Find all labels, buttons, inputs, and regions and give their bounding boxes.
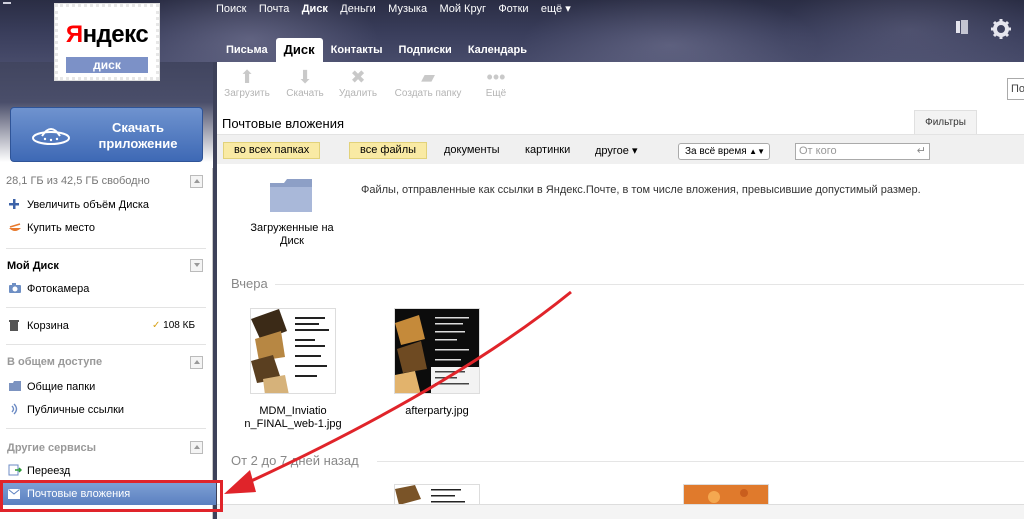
service-link-more[interactable]: ещё ▾ (541, 3, 571, 15)
filter-pictures[interactable]: картинки (525, 144, 570, 156)
divider (6, 344, 206, 345)
search-input[interactable]: По (1007, 78, 1024, 100)
gear-icon[interactable] (990, 18, 1011, 39)
service-link-disk[interactable]: Диск (302, 3, 328, 15)
main-content: ⬆ Загрузить ⬇ Скачать ✖ Удалить ▰ Создать па… (217, 62, 1024, 519)
divider (6, 248, 206, 249)
service-link-photos[interactable]: Фотки (498, 3, 528, 15)
download-icon: ⬇ (297, 67, 313, 87)
horizontal-scrollbar[interactable] (217, 504, 1024, 519)
filter-documents[interactable]: документы (444, 144, 500, 156)
camera-icon (8, 282, 22, 294)
logo-brand: Яндекс (65, 21, 149, 48)
tab-disk[interactable]: Диск (275, 38, 323, 62)
create-folder-button[interactable]: ▰ Создать папку (389, 66, 467, 99)
free-space-text: 28,1 ГБ из 42,5 ГБ свободно (6, 175, 150, 187)
collapse-toggle[interactable] (190, 441, 203, 454)
delete-button[interactable]: ✖ Удалить (335, 66, 381, 99)
file-name[interactable]: afterparty.jpg (377, 405, 497, 418)
move-icon (8, 464, 23, 476)
collapse-toggle[interactable] (190, 259, 203, 272)
divider (275, 284, 1024, 285)
time-select[interactable]: За всё время ▲▼ (678, 143, 770, 160)
tab-subscriptions[interactable]: Подписки (391, 38, 460, 62)
group-older: От 2 до 7 дней назад (231, 453, 359, 468)
tab-calendar[interactable]: Календарь (460, 38, 535, 62)
trash-size: ✓ 108 КБ (152, 320, 196, 331)
folder-icon[interactable] (269, 177, 313, 213)
sidebar-item-shared-folders[interactable]: Общие папки (8, 378, 95, 396)
boat-icon (8, 221, 22, 233)
service-link-mail[interactable]: Почта (259, 3, 290, 15)
divider (6, 428, 206, 429)
sidebar-item-public-links[interactable]: Публичные ссылки (8, 401, 124, 419)
filter-all-files[interactable]: все файлы (349, 142, 428, 159)
service-link-music[interactable]: Музыка (388, 3, 427, 15)
filter-bar: во всех папках все файлы документы карти… (217, 134, 1024, 164)
tab-letters[interactable]: Письма (218, 38, 276, 62)
trash-icon (8, 319, 22, 331)
file-thumbnail[interactable] (683, 484, 769, 506)
broom-icon: ✓ (152, 320, 161, 331)
filter-other[interactable]: другое ▾ (595, 144, 638, 157)
annotation-highlight-box (0, 480, 223, 512)
sidebar-panel: 28,1 ГБ из 42,5 ГБ свободно Увеличить об… (0, 168, 213, 519)
my-disk-title[interactable]: Мой Диск (7, 260, 59, 272)
logo-service: диск (66, 57, 148, 73)
wallet-icon[interactable] (952, 18, 972, 38)
file-thumbnail[interactable] (250, 308, 336, 394)
sidebar-item-trash[interactable]: Корзина (8, 317, 69, 335)
file-name[interactable]: MDM_Inviatio n_FINAL_web-1.jpg (233, 405, 353, 431)
return-icon: ↵ (916, 145, 926, 157)
services-nav: Поиск Почта Диск Деньги Музыка Мой Круг … (216, 1, 580, 17)
sidebar: Скачать приложение 28,1 ГБ из 42,5 ГБ сво… (0, 62, 217, 519)
new-folder-icon: ▰ (421, 67, 435, 87)
sidebar-item-move[interactable]: Переезд (8, 462, 70, 480)
upload-button[interactable]: ⬆ Загрузить (222, 66, 272, 99)
broadcast-icon (8, 403, 22, 415)
plus-icon (8, 198, 22, 210)
page-title: Почтовые вложения (222, 116, 345, 131)
info-text: Файлы, отправленные как ссылки в Яндекс.… (361, 184, 921, 196)
ufo-icon (32, 128, 70, 145)
filter-all-folders[interactable]: во всех папках (223, 142, 321, 159)
other-services-title: Другие сервисы (7, 442, 97, 454)
file-thumbnail[interactable] (394, 484, 480, 506)
upload-icon: ⬆ (239, 67, 255, 87)
mail-tabs: Письма Диск Контакты Подписки Календарь (218, 38, 535, 62)
download-app-button[interactable]: Скачать приложение (10, 107, 203, 162)
service-link-money[interactable]: Деньги (340, 3, 376, 15)
collapse-toggle[interactable] (190, 175, 203, 188)
collapse-toggle[interactable] (190, 356, 203, 369)
download-button[interactable]: ⬇ Скачать (280, 66, 330, 99)
divider (377, 461, 1024, 462)
group-yesterday: Вчера (231, 276, 268, 291)
divider (6, 307, 206, 308)
sidebar-item-camera[interactable]: Фотокамера (8, 280, 89, 298)
service-link-search[interactable]: Поиск (216, 3, 246, 15)
filters-tab[interactable]: Фильтры (914, 110, 977, 134)
shared-title: В общем доступе (7, 356, 103, 368)
tab-contacts[interactable]: Контакты (323, 38, 391, 62)
buy-space-link[interactable]: Купить место (8, 219, 95, 237)
from-input[interactable]: От кого ↵ (795, 143, 930, 160)
shared-folder-icon (8, 380, 22, 392)
folder-caption[interactable]: Загруженные на Диск (237, 222, 347, 248)
download-app-label: Скачать приложение (98, 120, 178, 151)
more-icon: ••• (486, 67, 506, 87)
file-thumbnail[interactable] (394, 308, 480, 394)
header-cloud (780, 0, 1024, 62)
service-link-moikrug[interactable]: Мой Круг (439, 3, 486, 15)
delete-icon: ✖ (350, 67, 366, 87)
updown-icon: ▲▼ (749, 147, 765, 156)
more-button[interactable]: ••• Ещё (479, 66, 513, 99)
toolbar: ⬆ Загрузить ⬇ Скачать ✖ Удалить ▰ Создать па… (217, 62, 1024, 107)
increase-space-link[interactable]: Увеличить объём Диска (8, 196, 149, 214)
minimize-icon[interactable] (3, 2, 11, 10)
yandex-disk-logo[interactable]: Яндекс диск (54, 3, 160, 81)
